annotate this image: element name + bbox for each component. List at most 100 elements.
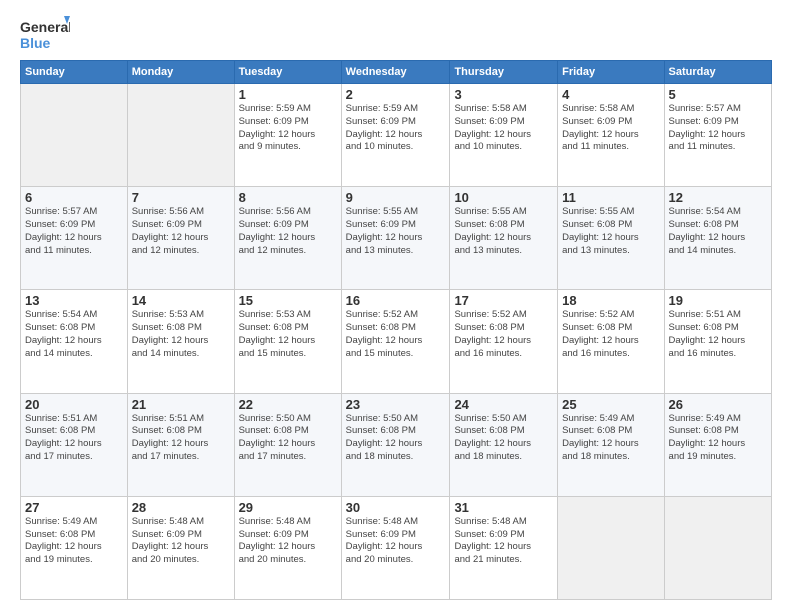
day-info: Sunrise: 5:51 AMSunset: 6:08 PMDaylight:… <box>25 413 123 464</box>
weekday-header-friday: Friday <box>558 61 664 84</box>
calendar-cell: 6Sunrise: 5:57 AMSunset: 6:09 PMDaylight… <box>21 187 128 290</box>
day-info: Sunrise: 5:54 AMSunset: 6:08 PMDaylight:… <box>25 309 123 360</box>
day-info: Sunrise: 5:58 AMSunset: 6:09 PMDaylight:… <box>454 103 553 154</box>
calendar-cell: 24Sunrise: 5:50 AMSunset: 6:08 PMDayligh… <box>450 393 558 496</box>
day-info: Sunrise: 5:48 AMSunset: 6:09 PMDaylight:… <box>239 516 337 567</box>
day-info: Sunrise: 5:53 AMSunset: 6:08 PMDaylight:… <box>239 309 337 360</box>
day-number: 21 <box>132 397 230 412</box>
day-info: Sunrise: 5:58 AMSunset: 6:09 PMDaylight:… <box>562 103 659 154</box>
calendar-cell: 12Sunrise: 5:54 AMSunset: 6:08 PMDayligh… <box>664 187 771 290</box>
day-info: Sunrise: 5:50 AMSunset: 6:08 PMDaylight:… <box>346 413 446 464</box>
day-info: Sunrise: 5:59 AMSunset: 6:09 PMDaylight:… <box>239 103 337 154</box>
calendar-cell: 23Sunrise: 5:50 AMSunset: 6:08 PMDayligh… <box>341 393 450 496</box>
day-info: Sunrise: 5:55 AMSunset: 6:08 PMDaylight:… <box>454 206 553 257</box>
day-number: 10 <box>454 190 553 205</box>
logo-svg: General Blue <box>20 16 70 52</box>
day-number: 13 <box>25 293 123 308</box>
calendar-cell <box>664 496 771 599</box>
calendar-cell: 14Sunrise: 5:53 AMSunset: 6:08 PMDayligh… <box>127 290 234 393</box>
weekday-header-monday: Monday <box>127 61 234 84</box>
day-info: Sunrise: 5:48 AMSunset: 6:09 PMDaylight:… <box>454 516 553 567</box>
calendar-cell: 25Sunrise: 5:49 AMSunset: 6:08 PMDayligh… <box>558 393 664 496</box>
day-info: Sunrise: 5:57 AMSunset: 6:09 PMDaylight:… <box>669 103 767 154</box>
day-number: 16 <box>346 293 446 308</box>
calendar-week-1: 1Sunrise: 5:59 AMSunset: 6:09 PMDaylight… <box>21 84 772 187</box>
calendar-cell: 29Sunrise: 5:48 AMSunset: 6:09 PMDayligh… <box>234 496 341 599</box>
weekday-header-wednesday: Wednesday <box>341 61 450 84</box>
calendar-cell: 21Sunrise: 5:51 AMSunset: 6:08 PMDayligh… <box>127 393 234 496</box>
day-number: 25 <box>562 397 659 412</box>
day-number: 30 <box>346 500 446 515</box>
day-number: 11 <box>562 190 659 205</box>
calendar-cell: 5Sunrise: 5:57 AMSunset: 6:09 PMDaylight… <box>664 84 771 187</box>
day-info: Sunrise: 5:49 AMSunset: 6:08 PMDaylight:… <box>562 413 659 464</box>
calendar-cell: 20Sunrise: 5:51 AMSunset: 6:08 PMDayligh… <box>21 393 128 496</box>
day-info: Sunrise: 5:55 AMSunset: 6:09 PMDaylight:… <box>346 206 446 257</box>
calendar-cell: 31Sunrise: 5:48 AMSunset: 6:09 PMDayligh… <box>450 496 558 599</box>
day-number: 8 <box>239 190 337 205</box>
calendar-week-2: 6Sunrise: 5:57 AMSunset: 6:09 PMDaylight… <box>21 187 772 290</box>
day-info: Sunrise: 5:50 AMSunset: 6:08 PMDaylight:… <box>454 413 553 464</box>
day-number: 14 <box>132 293 230 308</box>
header: General Blue <box>20 16 772 52</box>
day-info: Sunrise: 5:48 AMSunset: 6:09 PMDaylight:… <box>346 516 446 567</box>
day-number: 26 <box>669 397 767 412</box>
calendar-cell: 10Sunrise: 5:55 AMSunset: 6:08 PMDayligh… <box>450 187 558 290</box>
calendar-cell: 19Sunrise: 5:51 AMSunset: 6:08 PMDayligh… <box>664 290 771 393</box>
day-info: Sunrise: 5:51 AMSunset: 6:08 PMDaylight:… <box>132 413 230 464</box>
day-number: 4 <box>562 87 659 102</box>
day-number: 23 <box>346 397 446 412</box>
calendar-cell: 15Sunrise: 5:53 AMSunset: 6:08 PMDayligh… <box>234 290 341 393</box>
calendar-cell: 11Sunrise: 5:55 AMSunset: 6:08 PMDayligh… <box>558 187 664 290</box>
calendar-cell: 22Sunrise: 5:50 AMSunset: 6:08 PMDayligh… <box>234 393 341 496</box>
day-info: Sunrise: 5:53 AMSunset: 6:08 PMDaylight:… <box>132 309 230 360</box>
calendar-cell: 3Sunrise: 5:58 AMSunset: 6:09 PMDaylight… <box>450 84 558 187</box>
calendar-cell: 16Sunrise: 5:52 AMSunset: 6:08 PMDayligh… <box>341 290 450 393</box>
day-number: 7 <box>132 190 230 205</box>
calendar-cell: 17Sunrise: 5:52 AMSunset: 6:08 PMDayligh… <box>450 290 558 393</box>
weekday-header-sunday: Sunday <box>21 61 128 84</box>
day-number: 6 <box>25 190 123 205</box>
day-info: Sunrise: 5:52 AMSunset: 6:08 PMDaylight:… <box>562 309 659 360</box>
calendar-cell: 26Sunrise: 5:49 AMSunset: 6:08 PMDayligh… <box>664 393 771 496</box>
calendar-cell: 1Sunrise: 5:59 AMSunset: 6:09 PMDaylight… <box>234 84 341 187</box>
day-number: 28 <box>132 500 230 515</box>
day-number: 18 <box>562 293 659 308</box>
day-info: Sunrise: 5:49 AMSunset: 6:08 PMDaylight:… <box>25 516 123 567</box>
calendar-cell <box>21 84 128 187</box>
logo: General Blue <box>20 16 70 52</box>
day-number: 20 <box>25 397 123 412</box>
day-number: 22 <box>239 397 337 412</box>
calendar-cell: 9Sunrise: 5:55 AMSunset: 6:09 PMDaylight… <box>341 187 450 290</box>
day-number: 3 <box>454 87 553 102</box>
weekday-header-saturday: Saturday <box>664 61 771 84</box>
day-info: Sunrise: 5:56 AMSunset: 6:09 PMDaylight:… <box>239 206 337 257</box>
calendar-cell: 28Sunrise: 5:48 AMSunset: 6:09 PMDayligh… <box>127 496 234 599</box>
calendar-cell: 30Sunrise: 5:48 AMSunset: 6:09 PMDayligh… <box>341 496 450 599</box>
day-info: Sunrise: 5:48 AMSunset: 6:09 PMDaylight:… <box>132 516 230 567</box>
calendar-week-4: 20Sunrise: 5:51 AMSunset: 6:08 PMDayligh… <box>21 393 772 496</box>
day-info: Sunrise: 5:49 AMSunset: 6:08 PMDaylight:… <box>669 413 767 464</box>
day-number: 15 <box>239 293 337 308</box>
calendar-cell: 18Sunrise: 5:52 AMSunset: 6:08 PMDayligh… <box>558 290 664 393</box>
day-number: 17 <box>454 293 553 308</box>
weekday-header-tuesday: Tuesday <box>234 61 341 84</box>
day-info: Sunrise: 5:56 AMSunset: 6:09 PMDaylight:… <box>132 206 230 257</box>
day-number: 29 <box>239 500 337 515</box>
calendar-cell: 13Sunrise: 5:54 AMSunset: 6:08 PMDayligh… <box>21 290 128 393</box>
day-info: Sunrise: 5:52 AMSunset: 6:08 PMDaylight:… <box>346 309 446 360</box>
day-info: Sunrise: 5:50 AMSunset: 6:08 PMDaylight:… <box>239 413 337 464</box>
calendar-cell <box>127 84 234 187</box>
calendar-cell: 8Sunrise: 5:56 AMSunset: 6:09 PMDaylight… <box>234 187 341 290</box>
svg-text:Blue: Blue <box>20 35 51 51</box>
day-number: 31 <box>454 500 553 515</box>
calendar-cell <box>558 496 664 599</box>
svg-text:General: General <box>20 19 70 35</box>
weekday-header-thursday: Thursday <box>450 61 558 84</box>
calendar-week-5: 27Sunrise: 5:49 AMSunset: 6:08 PMDayligh… <box>21 496 772 599</box>
day-number: 24 <box>454 397 553 412</box>
calendar-table: SundayMondayTuesdayWednesdayThursdayFrid… <box>20 60 772 600</box>
calendar-cell: 27Sunrise: 5:49 AMSunset: 6:08 PMDayligh… <box>21 496 128 599</box>
day-info: Sunrise: 5:54 AMSunset: 6:08 PMDaylight:… <box>669 206 767 257</box>
day-info: Sunrise: 5:55 AMSunset: 6:08 PMDaylight:… <box>562 206 659 257</box>
